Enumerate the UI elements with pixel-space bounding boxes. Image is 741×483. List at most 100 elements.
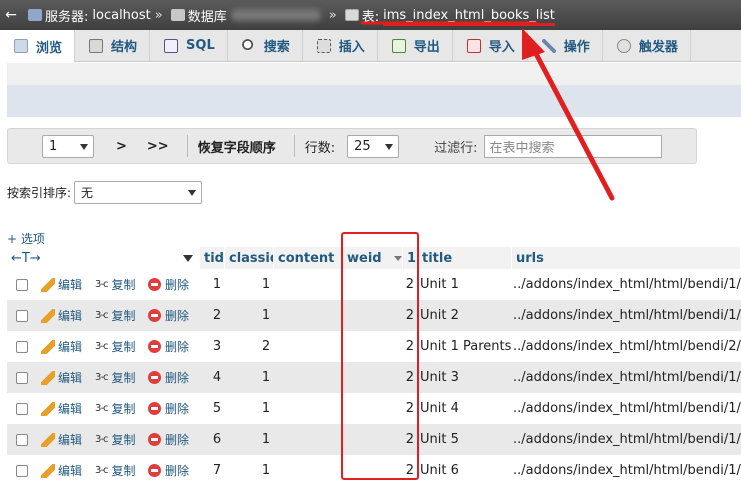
cell-content[interactable] <box>274 300 343 331</box>
tab-browse[interactable]: 浏览 <box>0 30 76 63</box>
row-checkbox[interactable] <box>16 331 30 362</box>
delete-link[interactable]: 删除 <box>148 269 198 300</box>
cell-weid[interactable]: 2 <box>343 362 414 393</box>
cell-weid[interactable]: 2 <box>343 331 414 362</box>
tab-sql[interactable]: SQL <box>150 30 228 61</box>
copy-link[interactable]: 3-c 复制 <box>95 269 149 300</box>
delete-link[interactable]: 删除 <box>148 393 198 424</box>
column-header-classid[interactable]: classid <box>225 247 274 269</box>
cell-urls[interactable]: ../addons/index_html/html/bendi/2/ <box>513 331 741 362</box>
cell-urls[interactable]: ../addons/index_html/html/bendi/1/ <box>513 269 741 300</box>
cell-weid[interactable]: 2 <box>343 424 414 455</box>
copy-link[interactable]: 3-c 复制 <box>95 455 149 483</box>
tab-import[interactable]: 导入 <box>453 30 528 61</box>
cell-title[interactable]: Unit 4 <box>420 393 514 424</box>
column-header-1[interactable]: 1 <box>403 247 418 269</box>
checkbox[interactable] <box>16 371 28 384</box>
cell-content[interactable] <box>274 362 343 393</box>
breadcrumb-table[interactable]: 表: ims_index_html_books_list <box>339 6 555 25</box>
edit-link[interactable]: 编辑 <box>41 362 91 393</box>
delete-link[interactable]: 删除 <box>148 331 198 362</box>
cell-urls[interactable]: ../addons/index_html/html/bendi/1/ <box>513 362 741 393</box>
cell-content[interactable] <box>274 269 343 300</box>
cell-urls[interactable]: ../addons/index_html/html/bendi/1/ <box>513 424 741 455</box>
row-checkbox[interactable] <box>16 300 30 331</box>
cell-weid[interactable]: 2 <box>343 300 414 331</box>
edit-link[interactable]: 编辑 <box>41 331 91 362</box>
cell-tid[interactable]: 7 <box>200 455 234 483</box>
back-arrow-icon[interactable]: ← <box>0 7 22 23</box>
row-checkbox[interactable] <box>16 269 30 300</box>
copy-link[interactable]: 3-c 复制 <box>95 424 149 455</box>
cell-urls[interactable]: ../addons/index_html/html/bendi/1/ <box>513 300 741 331</box>
cell-content[interactable] <box>274 331 343 362</box>
edit-link[interactable]: 编辑 <box>41 300 91 331</box>
column-header-tid[interactable]: tid <box>200 247 225 269</box>
delete-link[interactable]: 删除 <box>148 424 198 455</box>
cell-title[interactable]: Unit 2 <box>420 300 514 331</box>
copy-link[interactable]: 3-c 复制 <box>95 331 149 362</box>
edit-link[interactable]: 编辑 <box>41 424 91 455</box>
cell-urls[interactable]: ../addons/index_html/html/bendi/1/ <box>513 455 741 483</box>
column-header-weid[interactable]: weid <box>343 247 403 269</box>
row-checkbox[interactable] <box>16 455 30 483</box>
delete-link[interactable]: 删除 <box>148 362 198 393</box>
row-checkbox[interactable] <box>16 424 30 455</box>
cell-title[interactable]: Unit 5 <box>420 424 514 455</box>
cell-weid[interactable]: 2 <box>343 455 414 483</box>
breadcrumb-database[interactable]: 数据库 <box>165 6 325 25</box>
rows-select[interactable]: 25 <box>347 134 400 158</box>
cell-weid[interactable]: 2 <box>343 269 414 300</box>
tab-export[interactable]: 导出 <box>378 30 453 61</box>
cell-content[interactable] <box>274 455 343 483</box>
cell-content[interactable] <box>274 393 343 424</box>
cell-tid[interactable]: 1 <box>200 269 234 300</box>
copy-link[interactable]: 3-c 复制 <box>95 300 149 331</box>
tab-structure[interactable]: 结构 <box>75 30 151 61</box>
column-header-content[interactable]: content <box>274 247 343 269</box>
server-name[interactable]: localhost <box>92 8 150 23</box>
checkbox[interactable] <box>16 433 28 446</box>
cell-tid[interactable]: 4 <box>200 362 234 393</box>
cell-title[interactable]: Unit 1 Parents <box>420 331 514 362</box>
breadcrumb-server[interactable]: 服务器: localhost <box>22 6 151 25</box>
restore-column-order-button[interactable]: 恢复字段顺序 <box>198 137 276 156</box>
copy-link[interactable]: 3-c 复制 <box>95 362 149 393</box>
options-link[interactable]: + 选项 <box>7 230 45 247</box>
delete-link[interactable]: 删除 <box>148 455 198 483</box>
tab-triggers[interactable]: 触发器 <box>603 30 691 61</box>
cell-weid[interactable]: 2 <box>343 393 414 424</box>
tab-operations[interactable]: 操作 <box>528 30 603 61</box>
row-checkbox[interactable] <box>16 362 30 393</box>
table-name[interactable]: ims_index_html_books_list <box>383 8 555 23</box>
edit-link[interactable]: 编辑 <box>41 455 91 483</box>
cell-tid[interactable]: 5 <box>200 393 234 424</box>
tab-search[interactable]: 搜索 <box>228 30 303 61</box>
edit-link[interactable]: 编辑 <box>41 393 91 424</box>
cell-tid[interactable]: 3 <box>200 331 234 362</box>
checkbox[interactable] <box>16 340 28 353</box>
cell-title[interactable]: Unit 6 <box>420 455 514 483</box>
last-page-button[interactable]: >> <box>147 139 169 154</box>
column-header-urls[interactable]: urls <box>512 247 741 269</box>
next-page-button[interactable]: > <box>116 139 127 154</box>
cell-urls[interactable]: ../addons/index_html/html/bendi/1/ <box>513 393 741 424</box>
page-select[interactable]: 1 <box>42 134 94 158</box>
delete-link[interactable]: 删除 <box>148 300 198 331</box>
checkbox[interactable] <box>16 464 28 477</box>
column-arrows[interactable]: ←T→ <box>7 247 57 269</box>
cell-tid[interactable]: 2 <box>200 300 234 331</box>
copy-link[interactable]: 3-c 复制 <box>95 393 149 424</box>
checkbox[interactable] <box>16 278 28 291</box>
cell-content[interactable] <box>274 424 343 455</box>
checkbox[interactable] <box>16 402 28 415</box>
column-header-title[interactable]: title <box>418 247 512 269</box>
options-chevron-icon[interactable] <box>172 247 200 269</box>
edit-link[interactable]: 编辑 <box>41 269 91 300</box>
filter-rows-input[interactable]: 在表中搜索 <box>483 134 662 158</box>
row-checkbox[interactable] <box>16 393 30 424</box>
cell-tid[interactable]: 6 <box>200 424 234 455</box>
cell-title[interactable]: Unit 3 <box>420 362 514 393</box>
sort-select[interactable]: 无 <box>74 181 203 204</box>
cell-title[interactable]: Unit 1 <box>420 269 514 300</box>
